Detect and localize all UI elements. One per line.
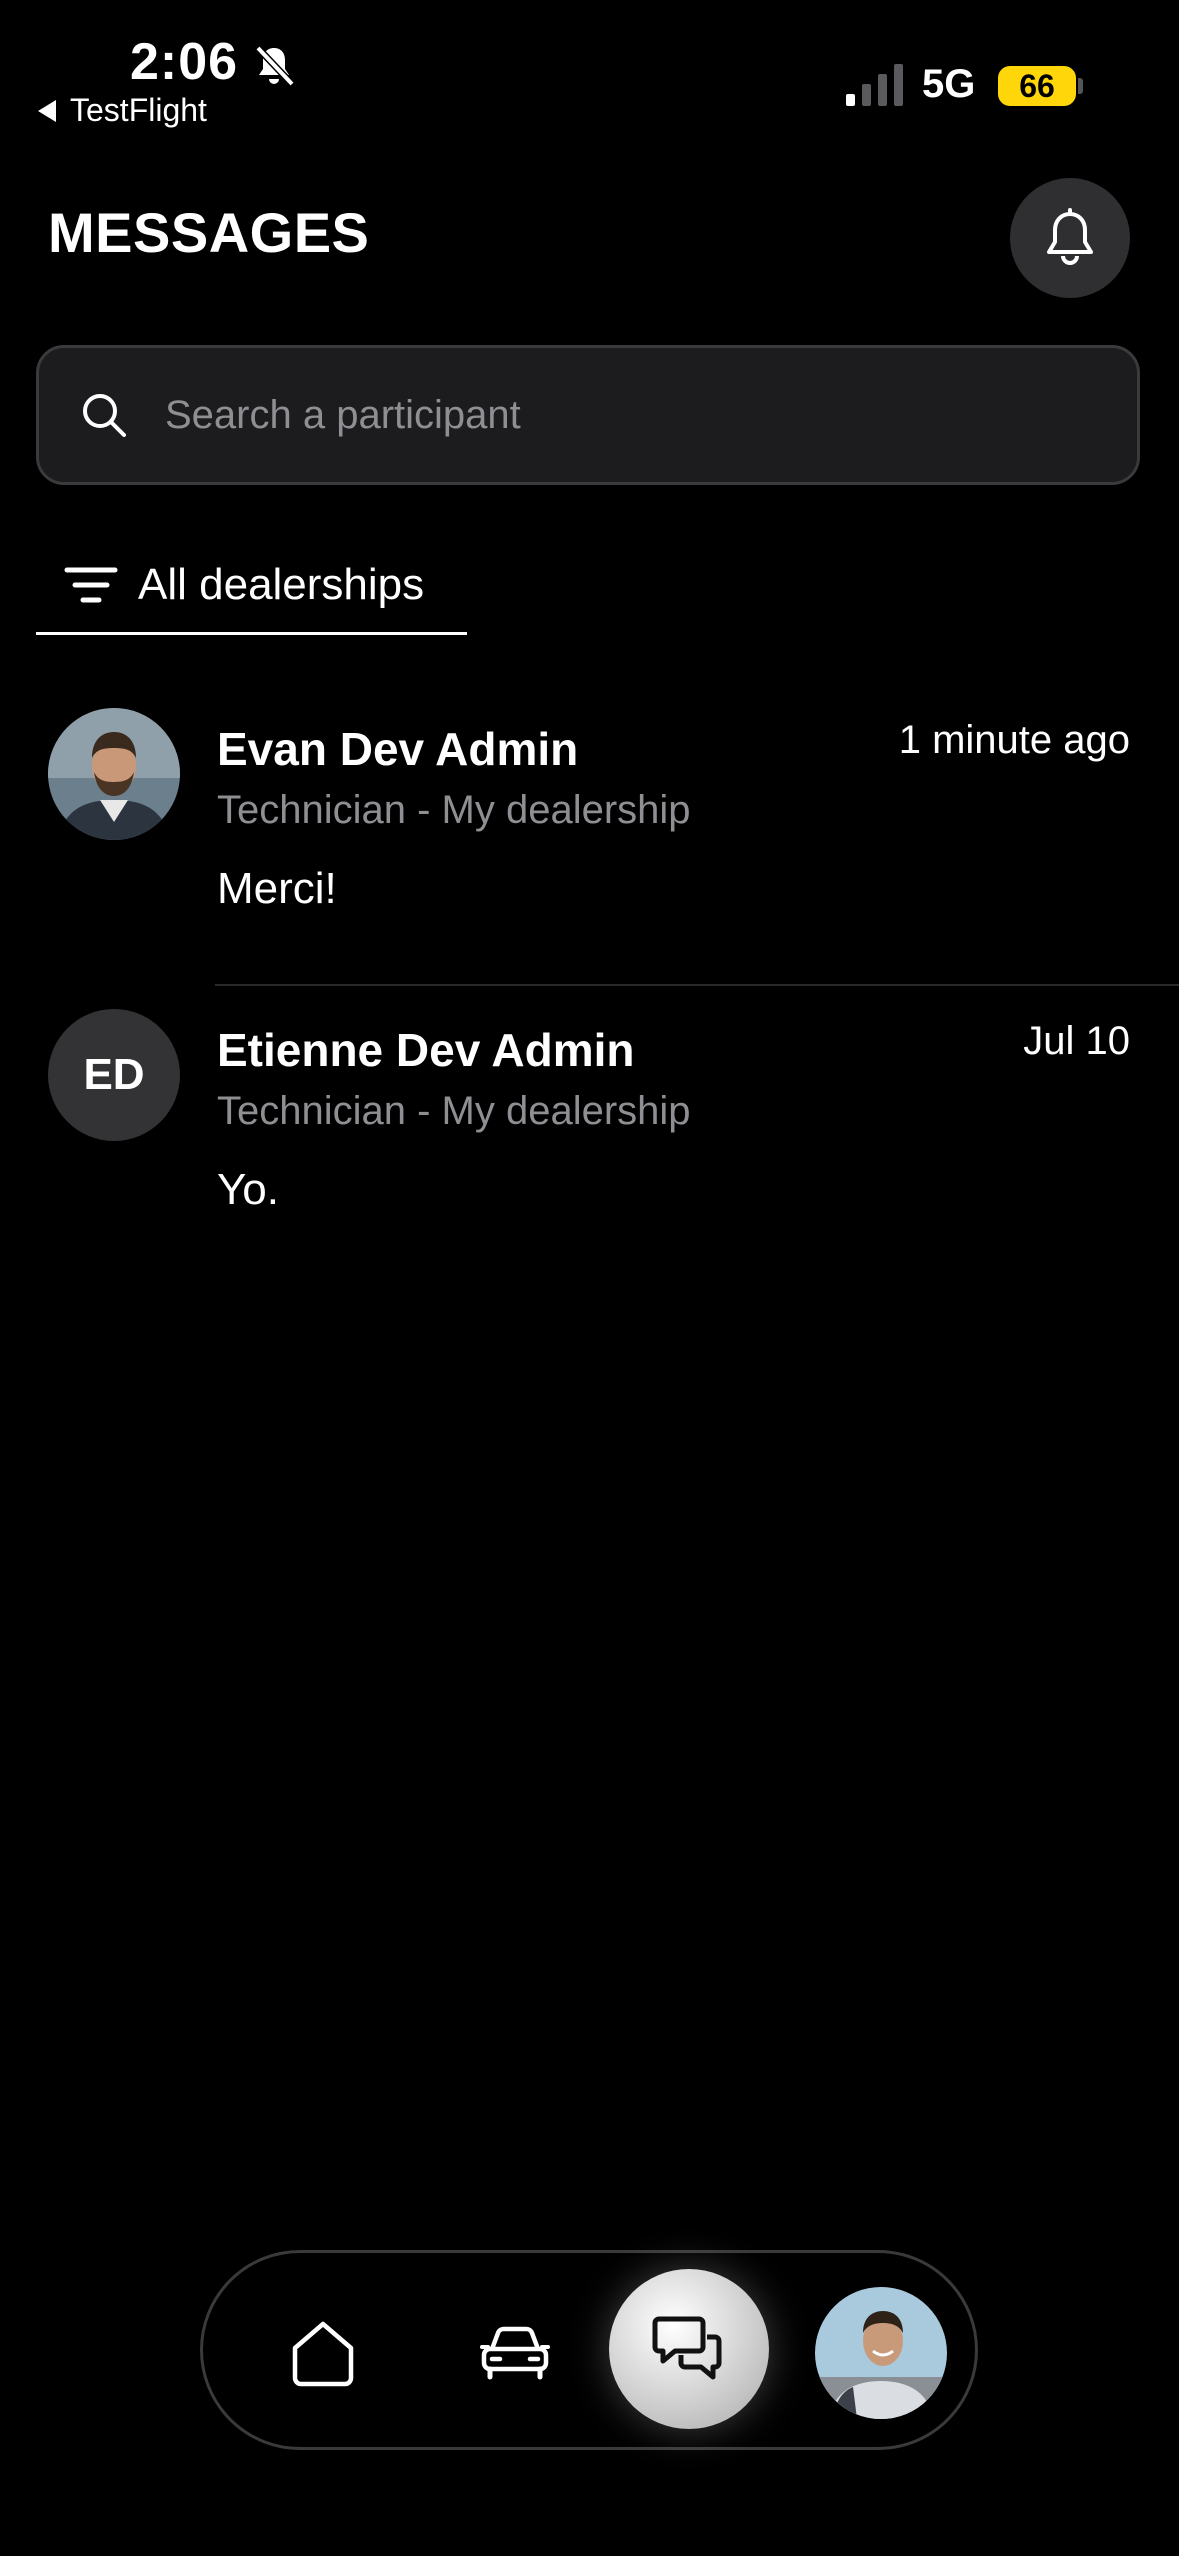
participant-name: Evan Dev Admin	[217, 723, 579, 775]
user-photo-avatar	[48, 708, 180, 840]
bell-icon	[1047, 208, 1093, 265]
cellular-signal-icon	[846, 64, 903, 106]
nav-messages-button[interactable]	[609, 2269, 769, 2429]
messages-icon	[652, 2316, 722, 2380]
filter-label: All dealerships	[138, 560, 425, 609]
message-preview: Yo.	[217, 1165, 280, 1214]
filter-icon	[64, 567, 118, 603]
battery-indicator: 66	[998, 66, 1076, 106]
avatar: ED	[48, 1009, 180, 1141]
participant-name: Etienne Dev Admin	[217, 1024, 635, 1076]
search-input[interactable]	[163, 391, 1067, 439]
status-time: 2:06	[130, 33, 239, 91]
dealership-filter[interactable]: All dealerships	[36, 540, 466, 630]
silent-mode-icon	[255, 45, 295, 87]
divider	[215, 984, 1179, 986]
back-arrow-icon	[38, 99, 56, 122]
bottom-nav	[200, 2250, 978, 2450]
filter-underline	[36, 632, 467, 635]
car-icon	[480, 2326, 550, 2380]
nav-home-button[interactable]	[273, 2303, 373, 2403]
nav-vehicles-button[interactable]	[465, 2303, 565, 2403]
conversation-row[interactable]: ED Etienne Dev Admin Technician - My dea…	[0, 1009, 1179, 1309]
page-title: MESSAGES	[48, 201, 370, 264]
message-timestamp: Jul 10	[1023, 1019, 1130, 1063]
participant-role: Technician - My dealership	[217, 1089, 691, 1133]
search-icon	[83, 394, 126, 437]
profile-avatar	[815, 2287, 947, 2419]
participant-role: Technician - My dealership	[217, 788, 691, 832]
battery-tip	[1078, 78, 1083, 94]
back-to-app-link[interactable]: TestFlight	[38, 92, 207, 129]
notifications-button[interactable]	[1010, 178, 1130, 298]
nav-profile-button[interactable]	[815, 2287, 947, 2419]
avatar	[48, 708, 180, 840]
network-type: 5G	[922, 62, 976, 106]
message-timestamp: 1 minute ago	[898, 718, 1130, 762]
home-icon	[292, 2321, 354, 2387]
conversation-row[interactable]: Evan Dev Admin Technician - My dealershi…	[0, 708, 1179, 1008]
back-app-label: TestFlight	[70, 92, 207, 128]
message-preview: Merci!	[217, 864, 337, 913]
search-bar[interactable]	[36, 345, 1140, 485]
